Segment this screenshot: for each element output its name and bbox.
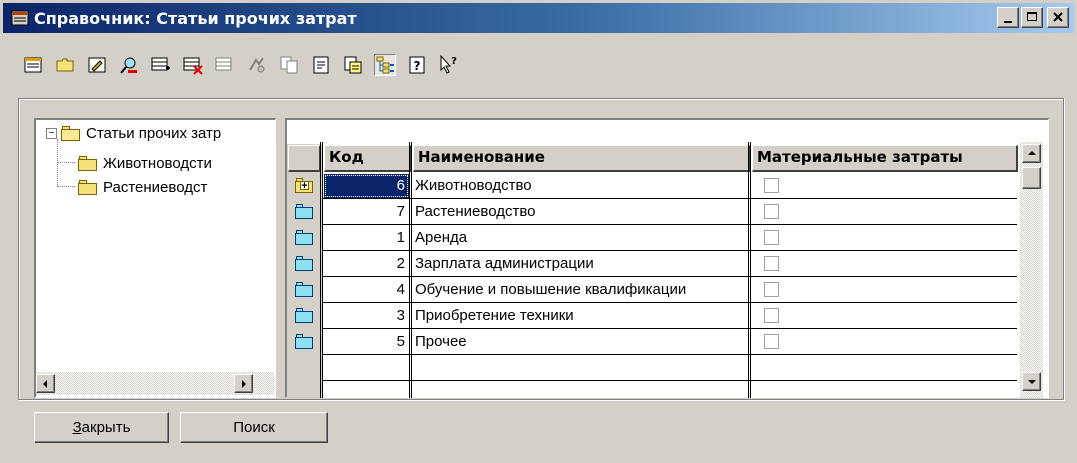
folder-icon <box>78 155 98 171</box>
grid-line <box>323 276 1017 277</box>
tree-view-icon[interactable] <box>374 54 396 76</box>
collapse-icon[interactable]: − <box>46 127 57 139</box>
cell-code[interactable]: 5 <box>324 330 409 354</box>
item-folder-icon <box>295 256 313 271</box>
tree-horizontal-scrollbar[interactable] <box>36 372 274 395</box>
print-icon[interactable] <box>342 54 364 76</box>
cell-code[interactable]: 2 <box>324 252 409 276</box>
find-icon[interactable] <box>118 54 140 76</box>
close-dialog-button[interactable]: Закрыть <box>34 412 169 443</box>
minimize-button[interactable] <box>997 7 1019 28</box>
svg-text:?: ? <box>414 59 421 73</box>
folder-icon <box>78 179 98 195</box>
svg-text:?: ? <box>451 56 457 67</box>
copy-row-icon[interactable] <box>214 54 236 76</box>
tree-item-crops[interactable]: Растениеводст <box>78 176 207 198</box>
search-button-label: Поиск <box>233 419 275 436</box>
material-costs-checkbox[interactable] <box>764 308 779 323</box>
new-item-icon[interactable] <box>22 54 44 76</box>
cell-name[interactable]: Животноводство <box>415 174 748 198</box>
item-folder-icon <box>295 334 313 349</box>
material-costs-checkbox[interactable] <box>764 230 779 245</box>
material-costs-checkbox[interactable] <box>764 282 779 297</box>
material-costs-checkbox[interactable] <box>764 256 779 271</box>
window-app-icon <box>11 9 29 27</box>
grid-line <box>323 328 1017 329</box>
material-costs-checkbox[interactable] <box>764 334 779 349</box>
item-folder-icon <box>295 308 313 323</box>
grid-vertical-scrollbar[interactable] <box>1020 142 1043 398</box>
tree-root-label: Статьи прочих затр <box>86 124 222 142</box>
group-folder-icon: + <box>295 178 313 193</box>
item-folder-icon <box>295 230 313 245</box>
item-folder-icon <box>295 282 313 297</box>
new-group-icon[interactable] <box>54 54 76 76</box>
tree-root[interactable]: − Статьи прочих затр <box>46 122 221 144</box>
tree-panel[interactable]: − Статьи прочих затр Животноводсти Расте… <box>34 118 276 398</box>
grid-line <box>323 198 1017 199</box>
header-code[interactable]: Код <box>324 145 411 172</box>
material-costs-checkbox[interactable] <box>764 178 779 193</box>
grid-line <box>323 354 1017 355</box>
scroll-thumb[interactable] <box>1022 167 1041 189</box>
cell-name[interactable]: Зарплата администрации <box>415 252 748 276</box>
header-icon-column <box>288 145 321 172</box>
edit-icon[interactable] <box>86 54 108 76</box>
cell-code[interactable]: 3 <box>324 304 409 328</box>
cell-name[interactable]: Аренда <box>415 226 748 250</box>
arrow-right-icon <box>242 380 246 388</box>
context-help-icon[interactable]: ? <box>438 54 460 76</box>
minimize-icon <box>1004 21 1012 23</box>
move-icon[interactable] <box>246 54 268 76</box>
close-button[interactable] <box>1047 7 1069 28</box>
scroll-right-button[interactable] <box>234 374 253 393</box>
maximize-icon <box>1027 12 1037 21</box>
arrow-up-icon <box>1028 151 1036 155</box>
tree-item-livestock[interactable]: Животноводсти <box>78 152 212 174</box>
arrow-left-icon <box>43 380 47 388</box>
cell-name[interactable]: Прочее <box>415 330 748 354</box>
cell-code[interactable]: 1 <box>324 226 409 250</box>
add-row-icon[interactable] <box>150 54 172 76</box>
reference-window: Справочник: Статьи прочих затрат ? ? − С… <box>0 0 1077 463</box>
scroll-down-button[interactable] <box>1022 372 1041 391</box>
maximize-button[interactable] <box>1021 7 1043 28</box>
title-bar[interactable]: Справочник: Статьи прочих затрат <box>3 3 1074 33</box>
cell-code[interactable]: 7 <box>324 200 409 224</box>
close-button-label: акрыть <box>81 419 131 436</box>
item-folder-icon <box>295 204 313 219</box>
header-material-costs[interactable]: Материальные затраты <box>752 145 1018 172</box>
cell-code[interactable]: 6 <box>324 174 409 198</box>
copy-icon[interactable] <box>278 54 300 76</box>
delete-row-icon[interactable] <box>182 54 204 76</box>
open-folder-icon <box>61 125 81 141</box>
arrow-down-icon <box>1028 380 1036 384</box>
grid-line <box>323 224 1017 225</box>
cell-name[interactable]: Обучение и повышение квалификации <box>415 278 748 302</box>
cell-name[interactable]: Растениеводство <box>415 200 748 224</box>
search-button[interactable]: Поиск <box>180 412 328 443</box>
tree-item-label: Растениеводст <box>103 178 208 196</box>
cell-name[interactable]: Приобретение техники <box>415 304 748 328</box>
cell-code[interactable]: 4 <box>324 278 409 302</box>
tree-item-label: Животноводсти <box>103 154 212 172</box>
properties-icon[interactable] <box>310 54 332 76</box>
toolbar: ? ? <box>22 52 470 78</box>
material-costs-checkbox[interactable] <box>764 204 779 219</box>
help-icon[interactable]: ? <box>406 54 428 76</box>
scroll-up-button[interactable] <box>1022 144 1041 163</box>
window-title: Справочник: Статьи прочих затрат <box>34 8 357 28</box>
grid-line <box>323 302 1017 303</box>
header-name[interactable]: Наименование <box>413 145 750 172</box>
close-icon <box>1053 12 1063 22</box>
scroll-left-button[interactable] <box>36 374 55 393</box>
grid-line <box>323 250 1017 251</box>
grid-line <box>323 380 1017 381</box>
close-button-accel: З <box>72 419 82 436</box>
